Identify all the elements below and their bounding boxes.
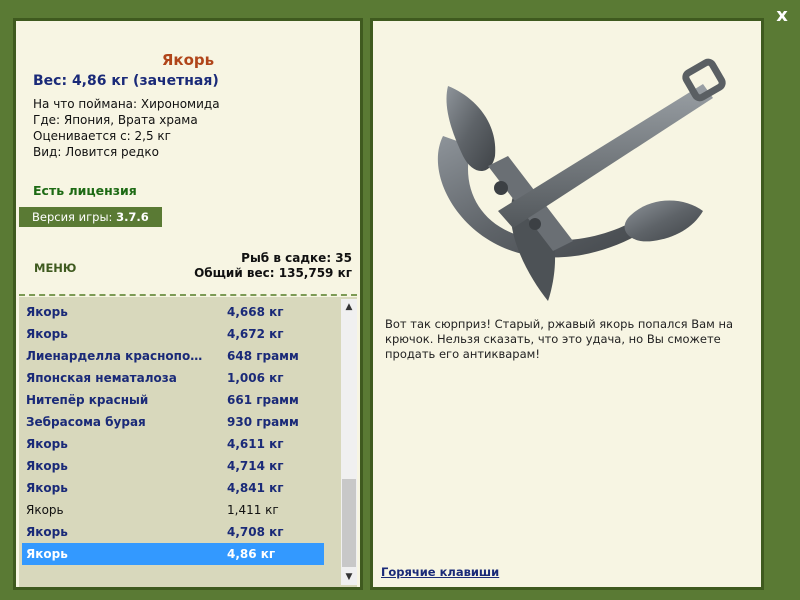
- caught-on: На что поймана: Хирономида: [33, 97, 220, 111]
- scroll-up-icon[interactable]: ▲: [341, 299, 357, 315]
- list-item-weight: 4,714 кг: [227, 459, 284, 473]
- version-label: Версия игры:: [32, 210, 117, 224]
- scrollbar[interactable]: ▲ ▼: [341, 299, 357, 585]
- list-item-weight: 4,611 кг: [227, 437, 284, 451]
- keepnet-stats: Рыб в садке: 35 Общий вес: 135,759 кг: [194, 251, 352, 281]
- anchor-image: [403, 46, 743, 306]
- list-item-name: Лиенарделла краснопо…: [26, 349, 203, 363]
- list-item-name: Якорь: [26, 481, 68, 495]
- scroll-down-icon[interactable]: ▼: [341, 569, 357, 585]
- list-item-weight: 1,411 кг: [227, 503, 279, 517]
- catch-list: Якорь 4,668 кг Якорь 4,672 кг Лиенарделла кр…: [19, 297, 357, 587]
- list-item[interactable]: Якорь 4,714 кг: [22, 455, 324, 477]
- list-item-weight: 661 грамм: [227, 393, 299, 407]
- list-item-name: Якорь: [26, 305, 68, 319]
- list-item[interactable]: Якорь 4,611 кг: [22, 433, 324, 455]
- list-item[interactable]: Японская нематалоза 1,006 кг: [22, 367, 324, 389]
- fish-info-panel: Якорь Вес: 4,86 кг (зачетная) На что пой…: [13, 18, 363, 590]
- description-text: Вот так сюрприз! Старый, ржавый якорь по…: [385, 317, 734, 361]
- list-item[interactable]: Якорь 4,668 кг: [22, 301, 324, 323]
- fish-count: Рыб в садке: 35: [241, 251, 352, 265]
- list-item-name: Зебрасома бурая: [26, 415, 146, 429]
- list-item-name: Якорь: [26, 503, 64, 517]
- list-item[interactable]: Лиенарделла краснопо… 648 грамм: [22, 345, 324, 367]
- close-icon[interactable]: x: [776, 5, 788, 26]
- fish-title: Якорь: [161, 51, 215, 69]
- list-item-weight: 4,841 кг: [227, 481, 284, 495]
- list-item-weight: 4,86 кг: [227, 547, 276, 561]
- list-item-name: Якорь: [26, 459, 68, 473]
- list-item-name: Якорь: [26, 547, 68, 561]
- list-item-weight: 930 грамм: [227, 415, 299, 429]
- close-button[interactable]: x: [770, 4, 794, 28]
- license-status: Есть лицензия: [33, 183, 137, 198]
- scroll-thumb[interactable]: [342, 479, 356, 567]
- list-item-weight: 648 грамм: [227, 349, 299, 363]
- list-item[interactable]: Якорь 4,86 кг: [22, 543, 324, 565]
- version-value: 3.7.6: [116, 210, 149, 224]
- list-item[interactable]: Якорь 4,841 кг: [22, 477, 324, 499]
- total-weight: Общий вес: 135,759 кг: [194, 266, 352, 280]
- list-item-name: Якорь: [26, 437, 68, 451]
- list-item-weight: 4,708 кг: [227, 525, 284, 539]
- list-item-name: Якорь: [26, 327, 68, 341]
- fish-weight: Вес: 4,86 кг (зачетная): [33, 73, 219, 89]
- list-item[interactable]: Нитепёр красный 661 грамм: [22, 389, 324, 411]
- detail-panel: Вот так сюрприз! Старый, ржавый якорь по…: [370, 18, 764, 590]
- list-item-weight: 4,672 кг: [227, 327, 284, 341]
- list-item-weight: 1,006 кг: [227, 371, 284, 385]
- list-item-weight: 4,668 кг: [227, 305, 284, 319]
- list-item[interactable]: Якорь 4,708 кг: [22, 521, 324, 543]
- valued-from: Оценивается с: 2,5 кг: [33, 129, 171, 143]
- version-badge: Версия игры: 3.7.6: [19, 207, 162, 227]
- menu-button[interactable]: МЕНЮ: [34, 261, 76, 275]
- list-item[interactable]: Якорь 4,672 кг: [22, 323, 324, 345]
- list-item[interactable]: Якорь 1,411 кг: [22, 499, 324, 521]
- list-item[interactable]: Зебрасома бурая 930 грамм: [22, 411, 324, 433]
- list-item-name: Нитепёр красный: [26, 393, 149, 407]
- catch-location: Где: Япония, Врата храма: [33, 113, 198, 127]
- list-item-name: Японская нематалоза: [26, 371, 177, 385]
- divider: [19, 294, 357, 296]
- list-item-name: Якорь: [26, 525, 68, 539]
- rarity: Вид: Ловится редко: [33, 145, 159, 159]
- hotkeys-link[interactable]: Горячие клавиши: [381, 565, 499, 579]
